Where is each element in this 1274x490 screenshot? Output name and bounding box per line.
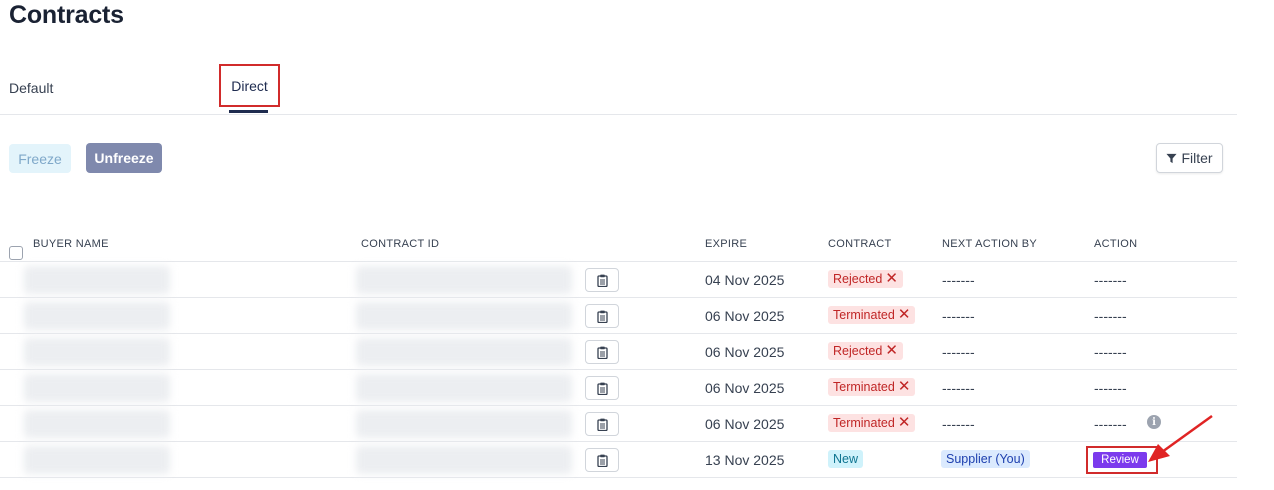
expire-date: 04 Nov 2025 [705,272,785,288]
table-row: 04 Nov 2025 Rejected ✕ ------- ------- [0,262,1237,298]
next-action-by: ------- [942,416,975,432]
clipboard-icon [596,454,608,467]
buyer-name-redacted [24,374,170,402]
review-button[interactable]: Review [1093,452,1147,468]
header-contract[interactable]: CONTRACT [828,238,892,250]
copy-contract-id-button[interactable] [585,448,619,472]
clipboard-icon [596,274,608,287]
status-label: Terminated [833,416,895,430]
copy-contract-id-button[interactable] [585,268,619,292]
contract-id-redacted [356,338,572,366]
action-placeholder: ------- [1094,308,1127,324]
clipboard-icon [596,418,608,431]
contract-status-badge: Terminated ✕ [828,378,916,396]
contract-status-badge: Rejected ✕ [828,342,903,360]
contract-id-redacted [356,410,572,438]
table-row: 06 Nov 2025 Terminated ✕ ------- ------- [0,298,1237,334]
header-next-action-by[interactable]: NEXT ACTION BY [942,238,1037,250]
expire-date: 06 Nov 2025 [705,344,785,360]
copy-contract-id-button[interactable] [585,412,619,436]
buyer-name-redacted [24,410,170,438]
buyer-name-redacted [24,302,170,330]
active-tab-indicator [229,110,268,113]
table-row: 06 Nov 2025 Terminated ✕ ------- ------- [0,370,1237,406]
clipboard-icon [596,346,608,359]
info-icon[interactable]: i [1147,415,1161,429]
table-header: BUYER NAME CONTRACT ID EXPIRE CONTRACT N… [0,226,1237,262]
next-action-by: ------- [942,272,975,288]
buyer-name-redacted [24,446,170,474]
freeze-button[interactable]: Freeze [9,144,71,173]
buyer-name-redacted [24,338,170,366]
status-label: Rejected [833,344,883,358]
expire-date: 13 Nov 2025 [705,452,785,468]
contract-id-redacted [356,446,572,474]
status-label: Rejected [833,272,883,286]
contract-status-badge: Terminated ✕ [828,306,916,324]
tab-direct[interactable]: Direct [219,64,280,107]
header-contract-id[interactable]: CONTRACT ID [361,238,439,250]
expire-date: 06 Nov 2025 [705,380,785,396]
close-icon: ✕ [897,414,911,431]
contracts-table: BUYER NAME CONTRACT ID EXPIRE CONTRACT N… [0,226,1237,478]
close-icon: ✕ [885,342,898,359]
next-action-by: ------- [942,380,975,396]
filter-icon [1166,153,1177,163]
expire-date: 06 Nov 2025 [705,308,785,324]
next-action-by: ------- [942,308,975,324]
action-placeholder: ------- [1094,416,1127,432]
unfreeze-button[interactable]: Unfreeze [86,143,162,173]
action-placeholder: ------- [1094,380,1127,396]
action-placeholder: ------- [1094,272,1127,288]
header-expire[interactable]: EXPIRE [705,238,747,250]
tab-bar: Default Direct [0,60,1237,115]
table-row: 06 Nov 2025 Rejected ✕ ------- ------- [0,334,1237,370]
contract-status-badge: Terminated ✕ [828,414,916,432]
copy-contract-id-button[interactable] [585,376,619,400]
header-buyer-name[interactable]: BUYER NAME [33,238,109,250]
contract-status-badge: New [828,450,864,468]
copy-contract-id-button[interactable] [585,340,619,364]
next-action-badge: Supplier (You) [941,450,1030,468]
clipboard-icon [596,382,608,395]
contract-id-redacted [356,302,572,330]
status-label: Terminated [833,380,895,394]
contract-id-redacted [356,374,572,402]
tab-default[interactable]: Default [9,80,53,96]
contract-status-badge: Rejected ✕ [828,270,903,288]
expire-date: 06 Nov 2025 [705,416,785,432]
filter-button[interactable]: Filter [1156,143,1223,173]
select-all-checkbox[interactable] [9,246,23,260]
next-action-by: ------- [942,344,975,360]
close-icon: ✕ [885,270,898,287]
page-title: Contracts [9,1,124,29]
clipboard-icon [596,310,608,323]
close-icon: ✕ [897,306,911,323]
buyer-name-redacted [24,266,170,294]
table-row: 13 Nov 2025 New Supplier (You) Review [0,442,1237,478]
header-action[interactable]: ACTION [1094,238,1137,250]
status-label: Terminated [833,308,895,322]
action-placeholder: ------- [1094,344,1127,360]
tab-direct-label: Direct [231,77,268,94]
contract-id-redacted [356,266,572,294]
copy-contract-id-button[interactable] [585,304,619,328]
filter-label: Filter [1181,150,1213,166]
table-row: 06 Nov 2025 Terminated ✕ ------- ------- … [0,406,1237,442]
close-icon: ✕ [897,378,911,395]
